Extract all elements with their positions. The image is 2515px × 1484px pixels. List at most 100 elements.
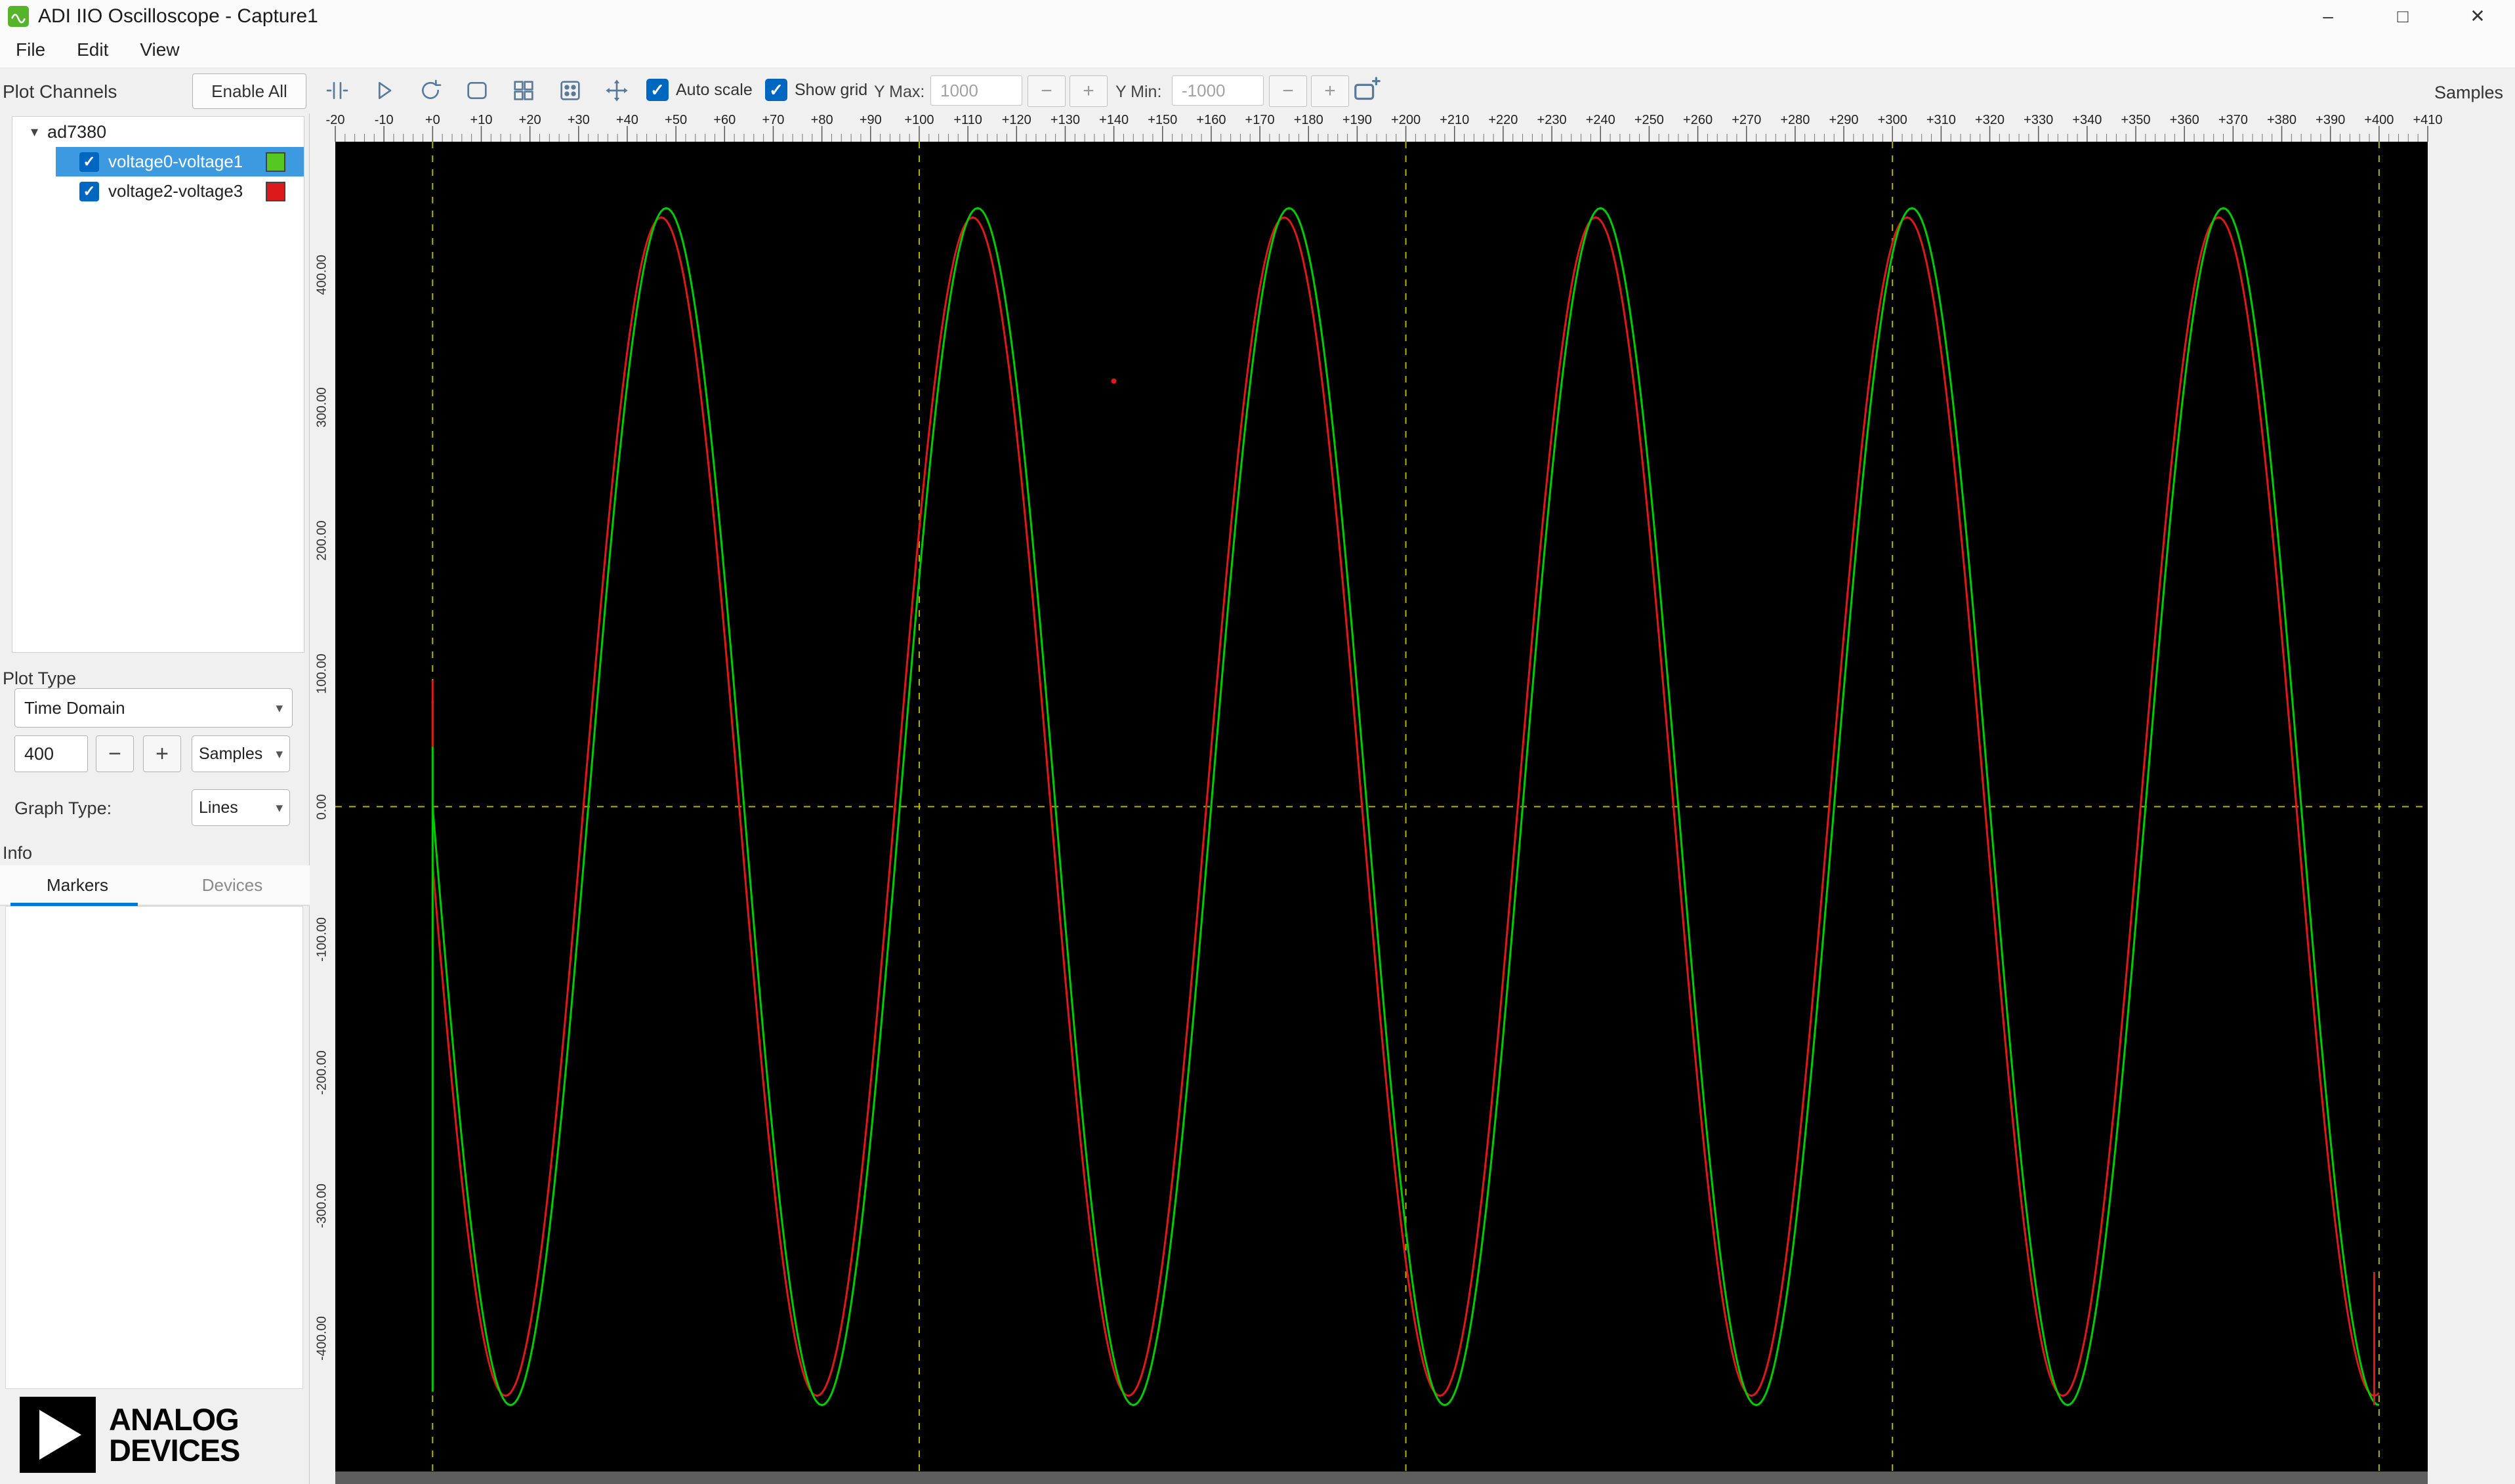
svg-text:+100: +100 — [904, 113, 934, 127]
channel-color-swatch[interactable] — [266, 181, 285, 201]
y-min-increment-button[interactable]: + — [1311, 75, 1349, 107]
graph-type-value: Lines — [199, 798, 238, 817]
capture-pause-icon[interactable] — [321, 74, 354, 107]
sample-unit-dropdown[interactable]: Samples ▾ — [192, 735, 290, 772]
svg-text:-10: -10 — [375, 113, 394, 127]
svg-text:+10: +10 — [470, 113, 493, 127]
horizontal-scrollbar[interactable] — [335, 1472, 2428, 1484]
y-max-decrement-button[interactable]: − — [1028, 75, 1066, 107]
window-title: ADI IIO Oscilloscope - Capture1 — [38, 5, 318, 27]
svg-text:+220: +220 — [1488, 113, 1518, 127]
svg-text:+180: +180 — [1294, 113, 1323, 127]
checkbox-check-icon — [646, 79, 669, 101]
logo-text: ANALOG DEVICES — [109, 1402, 240, 1466]
plot-settings-icon[interactable] — [554, 74, 587, 107]
logo-line1: ANALOG — [109, 1402, 239, 1437]
show-grid-checkbox[interactable]: Show grid — [765, 79, 867, 101]
y-min-decrement-button[interactable]: − — [1269, 75, 1307, 107]
tab-markers[interactable]: Markers — [0, 865, 155, 906]
plot-toolbar-icons — [321, 74, 633, 107]
channel-label: voltage2-voltage3 — [108, 181, 243, 201]
menu-file[interactable]: File — [0, 32, 61, 68]
channel-label: voltage0-voltage1 — [108, 152, 243, 171]
tab-devices[interactable]: Devices — [155, 865, 310, 905]
y-tick-label: -100.00 — [314, 917, 329, 962]
y-min-input[interactable]: -1000 — [1172, 75, 1264, 106]
tree-expander-icon[interactable]: ▾ — [31, 123, 38, 140]
svg-text:+170: +170 — [1245, 113, 1275, 127]
channel-row-voltage2-voltage3[interactable]: voltage2-voltage3 — [56, 176, 304, 206]
chevron-down-icon: ▾ — [276, 800, 283, 815]
plot-layout-icon[interactable] — [507, 74, 540, 107]
svg-text:+130: +130 — [1050, 113, 1080, 127]
channel-row-voltage0-voltage1[interactable]: voltage0-voltage1 — [56, 147, 304, 176]
save-plot-icon[interactable] — [461, 74, 493, 107]
y-tick-label: 300.00 — [314, 387, 329, 428]
channel-checkbox-icon[interactable] — [79, 181, 99, 201]
channel-color-swatch[interactable] — [266, 152, 285, 172]
svg-text:+370: +370 — [2218, 113, 2248, 127]
pan-move-icon[interactable] — [600, 74, 633, 107]
waveform-svg — [335, 142, 2428, 1472]
svg-text:+160: +160 — [1196, 113, 1226, 127]
enable-all-button[interactable]: Enable All — [192, 73, 306, 109]
y-tick-label: -200.00 — [314, 1050, 329, 1095]
maximize-button[interactable]: □ — [2365, 0, 2440, 32]
svg-text:+340: +340 — [2072, 113, 2102, 127]
plot-toolbar: Plot Channels Enable All Auto scale Show… — [0, 68, 2515, 114]
svg-text:+150: +150 — [1148, 113, 1177, 127]
svg-text:+20: +20 — [519, 113, 541, 127]
plot-channels-label: Plot Channels — [3, 81, 117, 102]
svg-text:+410: +410 — [2413, 113, 2442, 127]
y-tick-label: 0.00 — [314, 794, 329, 819]
x-axis-unit-label: Samples — [2434, 83, 2503, 102]
plot-type-label: Plot Type — [3, 669, 77, 688]
menu-edit[interactable]: Edit — [61, 32, 124, 68]
sample-unit-value: Samples — [199, 744, 263, 763]
channel-tree: ▾ ad7380 voltage0-voltage1 voltage2-volt… — [12, 116, 304, 653]
svg-text:+120: +120 — [1002, 113, 1031, 127]
svg-text:+320: +320 — [1975, 113, 2005, 127]
markers-panel[interactable] — [5, 906, 303, 1389]
sample-count-decrement-button[interactable]: − — [96, 735, 134, 772]
plot-type-dropdown[interactable]: Time Domain ▾ — [14, 688, 293, 728]
sample-count-input[interactable]: 400 — [14, 735, 88, 772]
info-section-label: Info — [3, 843, 33, 863]
capture-play-icon[interactable] — [367, 74, 400, 107]
svg-text:+70: +70 — [762, 113, 784, 127]
svg-text:-20: -20 — [326, 113, 345, 127]
svg-text:+240: +240 — [1586, 113, 1615, 127]
graph-type-dropdown[interactable]: Lines ▾ — [192, 789, 290, 826]
y-max-increment-button[interactable]: + — [1070, 75, 1108, 107]
checkbox-check-icon — [765, 79, 787, 101]
svg-text:+330: +330 — [2024, 113, 2053, 127]
svg-text:+200: +200 — [1391, 113, 1421, 127]
analog-devices-logo: ANALOG DEVICES — [20, 1397, 240, 1473]
svg-text:+30: +30 — [568, 113, 590, 127]
device-row-ad7380[interactable]: ▾ ad7380 — [12, 117, 304, 147]
add-plot-icon[interactable] — [1349, 73, 1384, 109]
close-button[interactable]: ✕ — [2440, 0, 2515, 32]
auto-scale-checkbox[interactable]: Auto scale — [646, 79, 753, 101]
channel-checkbox-icon[interactable] — [79, 152, 99, 172]
sample-count-increment-button[interactable]: + — [143, 735, 181, 772]
y-max-label: Y Max: — [874, 83, 925, 101]
menu-view[interactable]: View — [124, 32, 195, 68]
chevron-down-icon: ▾ — [276, 700, 283, 716]
svg-text:+380: +380 — [2267, 113, 2297, 127]
plot-right-gutter — [2428, 142, 2515, 1484]
y-axis-labels: 400.00 300.00 200.00 100.00 0.00 -100.00 -200.… — [310, 142, 335, 1472]
y-max-input[interactable]: 1000 — [930, 75, 1022, 106]
y-tick-label: -300.00 — [314, 1183, 329, 1228]
auto-refresh-icon[interactable] — [414, 74, 447, 107]
plot-canvas[interactable] — [335, 142, 2428, 1472]
svg-text:+280: +280 — [1780, 113, 1810, 127]
adi-triangle-logo-icon — [20, 1397, 96, 1473]
y-tick-label: 400.00 — [314, 255, 329, 295]
y-min-label: Y Min: — [1115, 83, 1162, 101]
minimize-button[interactable]: – — [2291, 0, 2365, 32]
scrollbar-thumb[interactable] — [335, 1472, 2428, 1484]
svg-text:+50: +50 — [665, 113, 687, 127]
svg-text:+110: +110 — [953, 113, 982, 127]
svg-text:+210: +210 — [1440, 113, 1469, 127]
